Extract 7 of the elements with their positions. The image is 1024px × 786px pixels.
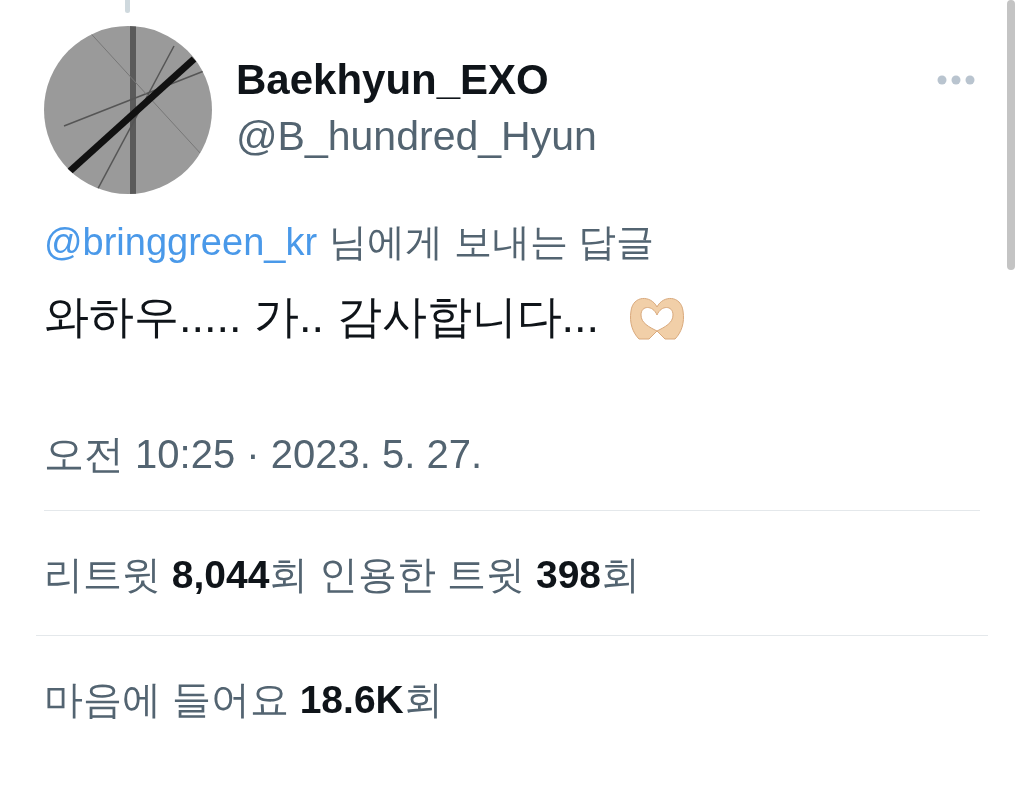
tweet-text: 와하우..... 가.. 감사합니다... [44,290,600,344]
engagement-stats[interactable]: 마음에 들어요 18.6K회 [44,678,443,721]
author-name[interactable]: Baekhyun_EXO [236,52,936,108]
engagement-stats[interactable]: 리트윗 8,044회 인용한 트윗 398회 [44,553,641,596]
author-handle[interactable]: @B_hundred_Hyun [236,108,936,164]
reply-label: 님에게 보내는 답글 [329,220,655,265]
timestamp[interactable]: 오전 10:25 · 2023. 5. 27. [44,424,980,511]
